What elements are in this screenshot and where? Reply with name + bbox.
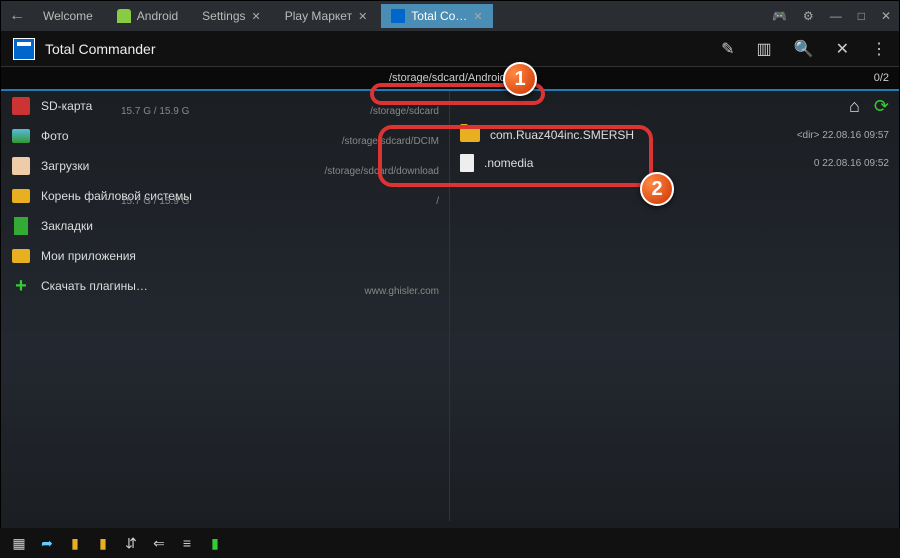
file-row-nomedia[interactable]: .nomedia 0 22.08.16 09:52 — [450, 149, 899, 177]
emulator-tabbar: ← Welcome Android Settings✕ Play Маркет✕… — [1, 1, 899, 31]
path-bar[interactable]: /storage/sdcard/Android/obb 0/2 — [1, 67, 899, 91]
left-item-root[interactable]: Корень файловой системы 15.7 G / 15.9 G … — [1, 181, 449, 211]
close-icon[interactable]: ✕ — [358, 10, 367, 23]
gear-icon[interactable]: ⚙ — [803, 9, 814, 23]
photo-icon — [12, 129, 30, 143]
view-icon[interactable]: ▥ — [757, 39, 772, 59]
menu-icon[interactable]: ⋮ — [871, 39, 887, 59]
tool-copy[interactable]: ➦ — [38, 534, 56, 552]
bookmark-icon — [14, 217, 28, 235]
tab-welcome[interactable]: Welcome — [33, 4, 103, 28]
android-icon — [117, 9, 131, 23]
sd-icon — [12, 97, 30, 115]
tab-play-market[interactable]: Play Маркет✕ — [275, 4, 378, 28]
left-item-downloads[interactable]: Загрузки /storage/sdcard/download — [1, 151, 449, 181]
right-panel: ⌂ ⟳ com.Ruaz404inc.SMERSH <dir> 22.08.16… — [450, 91, 899, 521]
app-title: Total Commander — [45, 41, 156, 57]
content: SD-карта 15.7 G / 15.9 G /storage/sdcard… — [1, 91, 899, 521]
file-row-folder[interactable]: com.Ruaz404inc.SMERSH <dir> 22.08.16 09:… — [450, 121, 899, 149]
close-icon[interactable]: ✕ — [473, 10, 482, 23]
folder-icon — [12, 189, 30, 203]
tc-icon — [391, 9, 405, 23]
left-panel: SD-карта 15.7 G / 15.9 G /storage/sdcard… — [1, 91, 450, 521]
edit-icon[interactable]: ✎ — [721, 39, 734, 59]
tab-settings[interactable]: Settings✕ — [192, 4, 271, 28]
tool-add[interactable]: ▮ — [206, 534, 224, 552]
apps-icon — [12, 249, 30, 263]
back-icon[interactable]: ← — [9, 7, 25, 25]
folder-icon — [460, 128, 480, 142]
home-icon[interactable]: ⌂ — [849, 96, 860, 117]
left-item-plugins[interactable]: + Скачать плагины… www.ghisler.com — [1, 271, 449, 301]
tool-list[interactable]: ≡ — [178, 534, 196, 552]
download-icon — [12, 157, 30, 175]
tool-select[interactable]: ▦ — [10, 534, 28, 552]
search-icon[interactable]: 🔍 — [794, 39, 814, 59]
path-text: /storage/sdcard/Android/obb — [389, 72, 527, 84]
left-item-sdcard[interactable]: SD-карта 15.7 G / 15.9 G /storage/sdcard — [1, 91, 449, 121]
plus-icon: + — [15, 275, 27, 298]
left-item-photo[interactable]: Фото /storage/sdcard/DCIM — [1, 121, 449, 151]
tool-pack[interactable]: ▮ — [66, 534, 84, 552]
tool-delete[interactable]: ▮ — [94, 534, 112, 552]
tab-android[interactable]: Android — [107, 4, 188, 28]
path-count: 0/2 — [874, 72, 889, 84]
tool-sort[interactable]: ⇵ — [122, 534, 140, 552]
file-icon — [460, 154, 474, 172]
app-header: Total Commander ✎ ▥ 🔍 ✕ ⋮ — [1, 31, 899, 67]
minimize-icon[interactable]: — — [830, 9, 842, 23]
gamepad-icon[interactable]: 🎮 — [772, 9, 787, 23]
tab-total-commander[interactable]: Total Co…✕ — [381, 4, 492, 28]
close-panel-icon[interactable]: ✕ — [836, 39, 849, 59]
left-item-apps[interactable]: Мои приложения — [1, 241, 449, 271]
app-icon — [13, 38, 35, 60]
bottom-toolbar: ▦ ➦ ▮ ▮ ⇵ ⇐ ≡ ▮ — [0, 528, 900, 558]
left-item-bookmarks[interactable]: Закладки — [1, 211, 449, 241]
tool-back[interactable]: ⇐ — [150, 534, 168, 552]
close-icon[interactable]: ✕ — [252, 10, 261, 23]
refresh-icon[interactable]: ⟳ — [874, 96, 889, 117]
close-window-icon[interactable]: ✕ — [881, 9, 891, 23]
maximize-icon[interactable]: □ — [858, 9, 865, 23]
